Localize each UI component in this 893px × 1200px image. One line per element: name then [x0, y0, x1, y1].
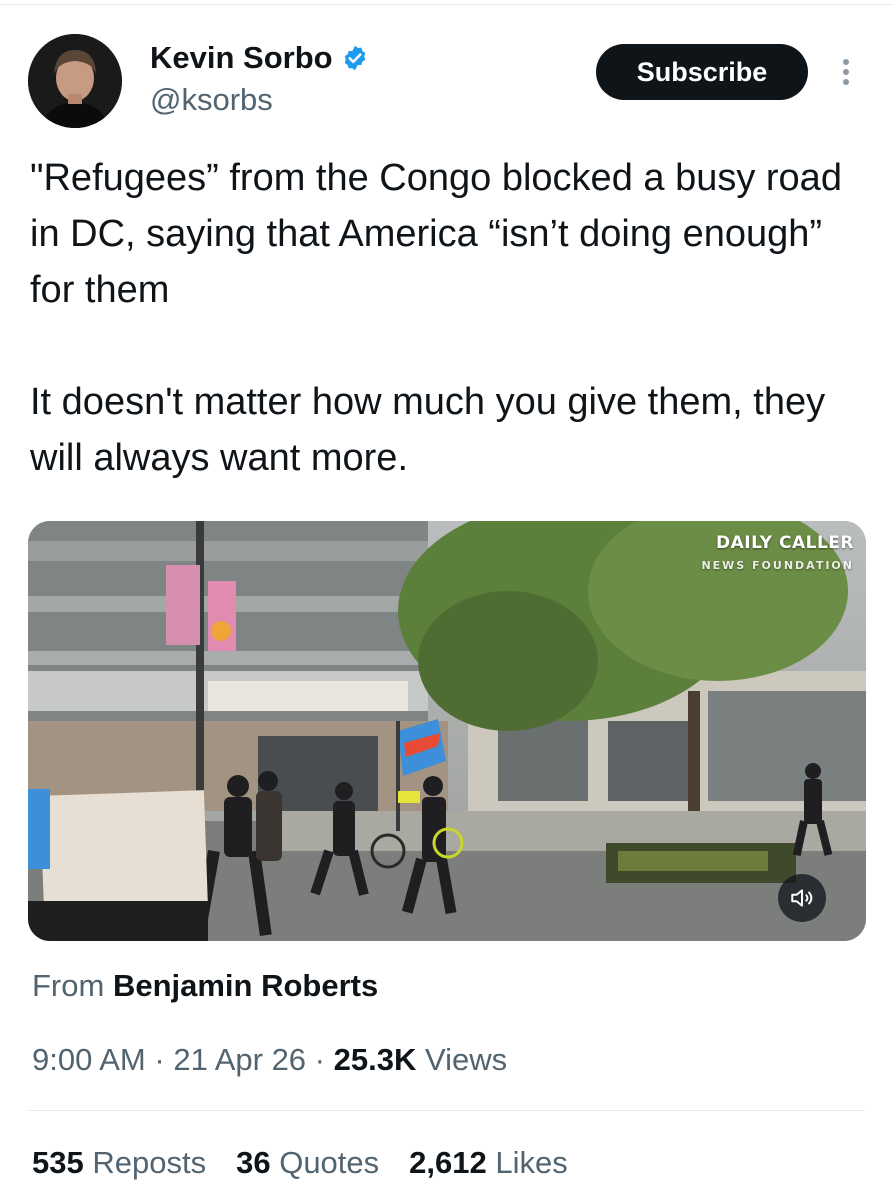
source-name-link[interactable]: Benjamin Roberts — [113, 968, 378, 1003]
watermark: DAILY CALLER NEWS FOUNDATION — [701, 533, 854, 572]
video-player[interactable]: DAILY CALLER NEWS FOUNDATION — [28, 521, 866, 941]
quotes-stat[interactable]: 36 Quotes — [236, 1145, 379, 1181]
likes-stat[interactable]: 2,612 Likes — [409, 1145, 568, 1181]
tweet-paragraph-2: It doesn't matter how much you give them… — [30, 381, 826, 479]
tweet-text: "Refugees” from the Congo blocked a busy… — [30, 150, 870, 486]
meta-separator: · — [154, 1042, 165, 1077]
views-count: 25.3K — [333, 1042, 417, 1077]
tweet-meta: 9:00 AM · 21 Apr 26 · 25.3K Views — [32, 1042, 507, 1078]
stats-divider — [28, 1110, 865, 1111]
watermark-sub: NEWS FOUNDATION — [701, 559, 854, 572]
engagement-stats: 535 Reposts 36 Quotes 2,612 Likes — [32, 1145, 568, 1181]
views-label: Views — [424, 1042, 508, 1077]
tweet-time[interactable]: 9:00 AM — [32, 1042, 146, 1077]
subscribe-button[interactable]: Subscribe — [596, 44, 808, 100]
source-prefix: From — [32, 968, 105, 1003]
avatar[interactable] — [28, 34, 122, 128]
quotes-count: 36 — [236, 1145, 271, 1180]
tweet-paragraph-1: "Refugees” from the Congo blocked a busy… — [30, 157, 842, 311]
tweet-date[interactable]: 21 Apr 26 — [173, 1042, 306, 1077]
reposts-label: Reposts — [92, 1145, 207, 1180]
source-attribution: From Benjamin Roberts — [32, 968, 378, 1004]
volume-icon — [791, 889, 813, 907]
reposts-stat[interactable]: 535 Reposts — [32, 1145, 206, 1181]
author-name-text: Kevin Sorbo — [150, 40, 333, 75]
meta-separator: · — [314, 1042, 325, 1077]
top-divider — [0, 4, 893, 5]
mute-button[interactable] — [778, 874, 826, 922]
likes-label: Likes — [495, 1145, 568, 1180]
avatar-image — [28, 34, 122, 128]
verified-badge-icon — [344, 45, 365, 71]
quotes-label: Quotes — [279, 1145, 380, 1180]
watermark-main: DAILY CALLER — [715, 533, 854, 553]
reposts-count: 535 — [32, 1145, 84, 1180]
video-frame — [28, 521, 866, 941]
more-vertical-icon[interactable] — [836, 54, 856, 90]
author-name[interactable]: Kevin Sorbo — [150, 40, 369, 76]
likes-count: 2,612 — [409, 1145, 487, 1180]
author-handle[interactable]: @ksorbs — [150, 82, 273, 118]
